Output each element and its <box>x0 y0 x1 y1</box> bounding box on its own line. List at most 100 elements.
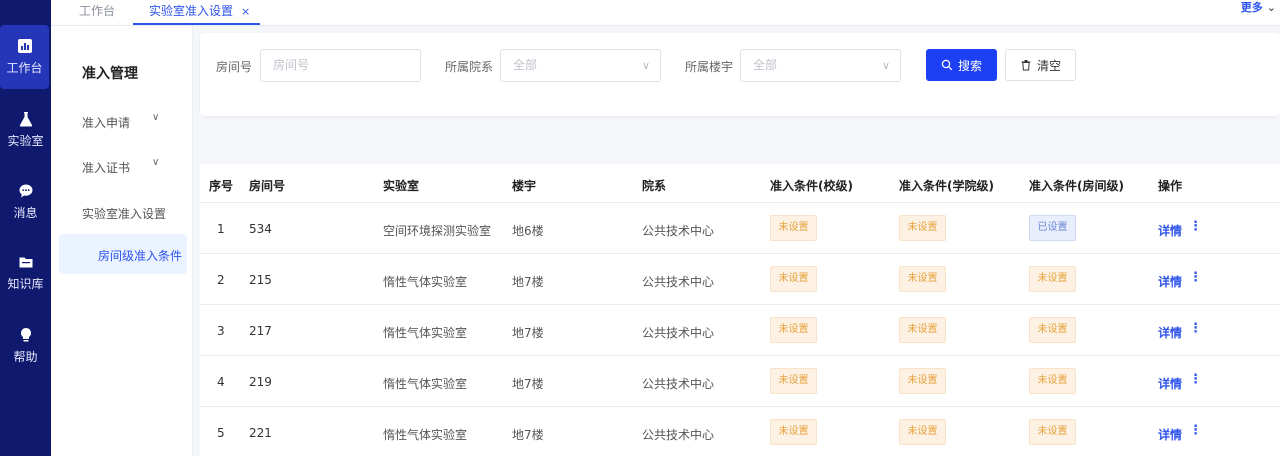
room-number: 219 <box>249 375 272 389</box>
tab-label: 实验室准入设置 <box>149 4 234 18</box>
search-button-label: 搜索 <box>957 58 982 73</box>
search-icon <box>941 59 953 71</box>
row-index: 1 <box>217 222 225 236</box>
folder-icon <box>19 257 32 268</box>
department: 公共技术中心 <box>642 224 715 238</box>
rail-item-label: 知识库 <box>7 277 44 291</box>
lab-name: 惰性气体实验室 <box>383 275 468 289</box>
rail-item-messages[interactable]: 消息 <box>0 170 51 234</box>
department-label: 所属院系 <box>445 60 494 74</box>
column-header: 序号 <box>209 179 234 193</box>
row-index: 5 <box>217 426 225 440</box>
column-header: 操作 <box>1158 179 1183 193</box>
table-row: 2 215 惰性气体实验室 地7楼 公共技术中心 未设置 未设置 未设置 详情 … <box>200 254 1280 305</box>
rail-item-label: 消息 <box>13 206 38 220</box>
chevron-down-icon: ∨ <box>152 112 160 123</box>
flask-icon <box>19 112 32 127</box>
building: 地7楼 <box>512 377 544 391</box>
rail-item-lab[interactable]: 实验室 <box>0 98 51 162</box>
chevron-down-icon: ∨ <box>881 59 890 72</box>
room-number-label: 房间号 <box>216 60 253 74</box>
menu-item-lab-admission-settings[interactable]: 实验室准入设置 <box>82 205 182 222</box>
details-link[interactable]: 详情 <box>1158 426 1182 443</box>
lab-admission-table: 序号 房间号 实验室 楼宇 院系 准入条件(校级) 准入条件(学院级) 准入条件… <box>200 164 1280 456</box>
rail-item-knowledge-base[interactable]: 知识库 <box>0 241 51 305</box>
close-icon[interactable]: × <box>241 5 250 18</box>
rail-item-help[interactable]: 帮助 <box>0 314 51 378</box>
building: 地7楼 <box>512 428 544 442</box>
status-badge: 未设置 <box>770 368 817 394</box>
status-badge: 未设置 <box>1029 419 1076 445</box>
column-header: 房间号 <box>249 179 286 193</box>
rail-item-label: 实验室 <box>7 134 44 148</box>
rail-item-label: 帮助 <box>13 350 38 364</box>
menu-item-label: 准入证书 <box>82 161 131 175</box>
chart-icon <box>17 39 32 53</box>
department: 公共技术中心 <box>642 326 715 340</box>
more-actions-icon[interactable]: ⋮ <box>1189 220 1202 234</box>
department-value: 全部 <box>513 58 538 72</box>
more-actions-icon[interactable]: ⋮ <box>1189 424 1202 438</box>
status-badge: 未设置 <box>770 419 817 445</box>
building: 地6楼 <box>512 224 544 238</box>
clear-button-label: 清空 <box>1036 58 1061 73</box>
menu-item-label: 房间级准入条件 <box>98 249 183 263</box>
column-header: 准入条件(房间级) <box>1029 179 1124 193</box>
menu-item-admission-apply[interactable]: 准入申请 ∨ <box>82 112 182 131</box>
table-row: 1 534 空间环境探测实验室 地6楼 公共技术中心 未设置 未设置 已设置 详… <box>200 203 1280 254</box>
department: 公共技术中心 <box>642 428 715 442</box>
status-badge: 未设置 <box>770 317 817 343</box>
menu-item-admission-certificate[interactable]: 准入证书 ∨ <box>82 157 182 176</box>
rail-item-workbench[interactable]: 工作台 <box>0 25 49 89</box>
filter-panel: 房间号 房间号 所属院系 全部 ∨ 所属楼宇 全部 ∨ 搜索 清空 <box>200 33 1280 116</box>
table-header: 序号 房间号 实验室 楼宇 院系 准入条件(校级) 准入条件(学院级) 准入条件… <box>200 164 1280 203</box>
menu-item-room-level-conditions[interactable]: 房间级准入条件 <box>59 234 187 274</box>
building: 地7楼 <box>512 326 544 340</box>
menu-title: 准入管理 <box>82 66 138 82</box>
lab-name: 惰性气体实验室 <box>383 428 468 442</box>
status-badge: 未设置 <box>899 419 946 445</box>
app-root: 工作台 实验室 消息 知识库 帮助 工作台 实验室准入设置 × 更多 ⌄ 准入管… <box>0 0 1280 456</box>
secondary-menu: 准入管理 准入申请 ∨ 准入证书 ∨ 实验室准入设置 房间级准入条件 <box>51 26 193 456</box>
tab-workbench[interactable]: 工作台 <box>79 0 115 25</box>
status-badge: 未设置 <box>1029 368 1076 394</box>
table-row: 4 219 惰性气体实验室 地7楼 公共技术中心 未设置 未设置 未设置 详情 … <box>200 356 1280 407</box>
row-index: 4 <box>217 375 225 389</box>
more-actions-icon[interactable]: ⋮ <box>1189 271 1202 285</box>
tab-lab-admission-settings[interactable]: 实验室准入设置 × <box>133 0 260 25</box>
department: 公共技术中心 <box>642 377 715 391</box>
more-actions-icon[interactable]: ⋮ <box>1189 373 1202 387</box>
department: 公共技术中心 <box>642 275 715 289</box>
status-badge: 未设置 <box>770 215 817 241</box>
status-badge: 未设置 <box>1029 317 1076 343</box>
room-number-input[interactable]: 房间号 <box>260 49 421 82</box>
menu-item-label: 准入申请 <box>82 116 131 130</box>
menu-item-label: 实验室准入设置 <box>82 207 167 221</box>
status-badge: 未设置 <box>770 266 817 292</box>
details-link[interactable]: 详情 <box>1158 222 1182 239</box>
search-button[interactable]: 搜索 <box>926 49 997 81</box>
room-number: 221 <box>249 426 272 440</box>
details-link[interactable]: 详情 <box>1158 375 1182 392</box>
lab-name: 惰性气体实验室 <box>383 326 468 340</box>
row-index: 3 <box>217 324 225 338</box>
trash-icon <box>1021 60 1031 71</box>
chevron-down-icon: ∨ <box>641 59 650 72</box>
details-link[interactable]: 详情 <box>1158 273 1182 290</box>
column-header: 楼宇 <box>512 179 537 193</box>
lab-name: 空间环境探测实验室 <box>383 224 492 238</box>
rail-item-label: 工作台 <box>6 61 43 75</box>
table-row: 3 217 惰性气体实验室 地7楼 公共技术中心 未设置 未设置 未设置 详情 … <box>200 305 1280 356</box>
row-index: 2 <box>217 273 225 287</box>
message-icon <box>19 184 32 198</box>
status-badge: 未设置 <box>899 215 946 241</box>
column-header: 准入条件(学院级) <box>899 179 994 193</box>
details-link[interactable]: 详情 <box>1158 324 1182 341</box>
more-tabs-button[interactable]: 更多 ⌄ <box>1241 0 1276 18</box>
more-actions-icon[interactable]: ⋮ <box>1189 322 1202 336</box>
status-badge: 未设置 <box>1029 266 1076 292</box>
department-select[interactable]: 全部 ∨ <box>500 49 661 82</box>
clear-button[interactable]: 清空 <box>1005 49 1076 81</box>
room-number: 215 <box>249 273 272 287</box>
building-select[interactable]: 全部 ∨ <box>740 49 901 82</box>
